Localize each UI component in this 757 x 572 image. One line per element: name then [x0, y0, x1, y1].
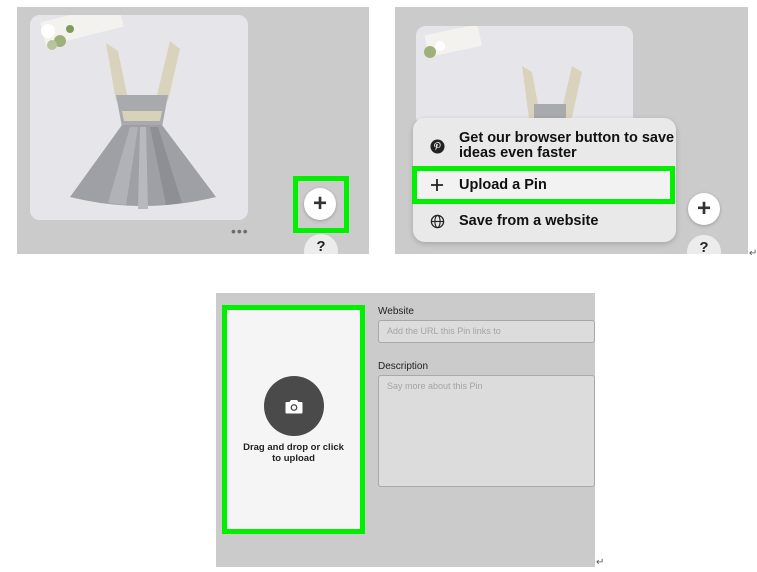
more-options-icon[interactable]: ••• [231, 224, 249, 238]
paragraph-mark: ↵ [749, 248, 757, 259]
dress-illustration [416, 26, 633, 126]
help-button[interactable]: ? [304, 234, 338, 254]
paragraph-mark: ↵ [596, 557, 605, 568]
menu-item-label: Get our browser button to save ideas eve… [459, 130, 675, 161]
globe-icon [429, 213, 445, 229]
dress-illustration [30, 15, 248, 220]
menu-item-save-website[interactable]: Save from a website [413, 206, 676, 236]
description-input[interactable]: Say more about this Pin [378, 375, 595, 487]
pin-image-dress[interactable] [416, 26, 633, 126]
description-label: Description [378, 361, 429, 372]
pinterest-icon [429, 138, 445, 154]
menu-item-label: Save from a website [459, 212, 599, 229]
question-icon: ? [699, 239, 709, 254]
add-pin-button[interactable]: + [688, 193, 720, 225]
help-button[interactable]: ? [687, 235, 721, 254]
plus-icon: + [696, 195, 711, 222]
highlight-upload-zone [222, 305, 365, 534]
question-icon: ? [316, 238, 326, 254]
pin-image-dress[interactable] [30, 15, 248, 220]
website-label: Website [378, 306, 414, 317]
panel-add-menu: Get our browser button to save ideas eve… [395, 7, 748, 254]
panel-pin-feed: ••• + ? [17, 7, 369, 254]
menu-item-browser-button[interactable]: Get our browser button to save ideas eve… [413, 127, 676, 165]
highlight-add-button [293, 176, 349, 233]
website-input[interactable]: Add the URL this Pin links to [378, 320, 595, 343]
highlight-upload-pin [412, 166, 675, 204]
panel-upload-form: Drag and drop or click to upload Website… [216, 293, 595, 567]
